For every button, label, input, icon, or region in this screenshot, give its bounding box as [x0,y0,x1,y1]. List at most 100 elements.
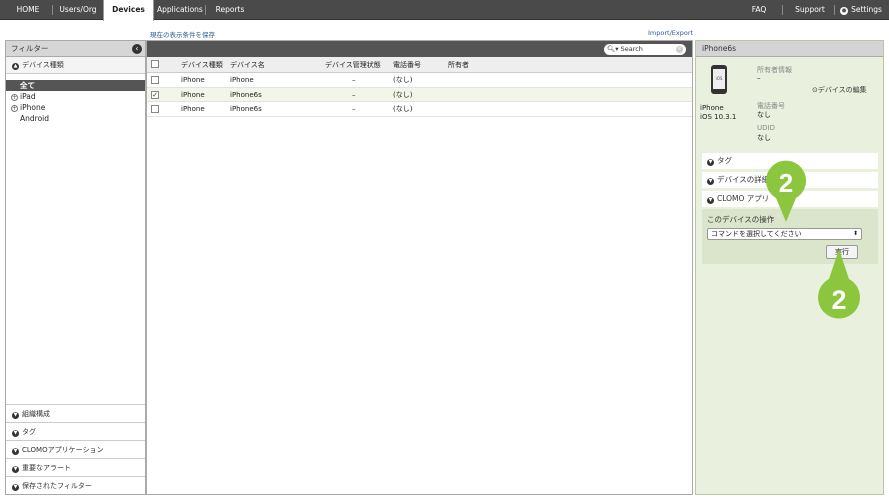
org-section[interactable]: ▼ 組織構成 [6,404,145,422]
select-all-checkbox[interactable] [151,60,159,68]
chevron-down-icon: ▼ [12,412,19,419]
nav-separator [834,5,835,15]
callout-number: 2 [779,168,793,198]
cell-name: iPhone6s [230,105,262,113]
device-table-panel: 🔍︎▾ Search × デバイス種類 デバイス名 デバイス管理状態 電話番号 … [146,40,693,495]
command-select[interactable]: コマンドを選択してください ⬍ [707,228,862,240]
clomo-apps-section[interactable]: ▼ CLOMOアプリケーション [6,440,145,458]
phone-number-value: なし [757,111,771,119]
callout-number: 2 [831,285,846,315]
collapse-left-icon[interactable]: ‹ [132,44,142,54]
chevron-up-icon: ▲ [12,63,19,70]
column-header-owner[interactable]: 所有者 [448,57,469,73]
clear-icon[interactable]: × [676,46,683,53]
callout-marker-top: 2 [766,160,806,222]
filter-title: フィルター [11,44,49,53]
device-model: iPhone [700,104,724,112]
command-select-value: コマンドを選択してください [711,230,802,238]
cell-name: iPhone6s [230,90,262,99]
device-filter-label: iPhone [20,103,46,112]
phone-screen: iOS [713,69,725,89]
column-header-type[interactable]: デバイス種類 [181,57,223,73]
device-filter-label: iPad [20,92,36,101]
table-row[interactable]: iPhone iPhone – (なし) [147,73,692,88]
expand-icon[interactable]: + [11,105,18,112]
chevron-down-icon: ▼ [707,159,714,166]
row-checkbox[interactable] [151,76,159,84]
search-icon: 🔍︎▾ [607,45,619,53]
chevron-down-icon: ▼ [707,197,714,204]
chevron-down-icon: ▼ [12,448,19,455]
chevron-down-icon: ▼ [12,466,19,473]
import-export-link[interactable]: Import/Export [648,29,693,37]
cell-phone: (なし) [393,105,413,113]
section-label: タグ [22,428,36,436]
device-filter-iphone[interactable]: + iPhone [6,102,145,113]
detail-title: iPhone6s [696,41,883,57]
device-filter-android[interactable]: Android [6,113,145,124]
section-label: 重要なアラート [22,464,71,472]
nav-separator [782,5,783,15]
device-type-section[interactable]: ▲ デバイス種類 [6,57,145,74]
cell-name: iPhone [230,76,254,84]
nav-devices[interactable]: Devices [103,0,154,21]
chevron-down-icon: ▼ [707,178,714,185]
table-row[interactable]: ✓ iPhone iPhone6s – (なし) [147,87,692,102]
device-filter-all[interactable]: 全て [6,80,145,91]
alerts-section[interactable]: ▼ 重要なアラート [6,458,145,476]
filter-bottom-sections: ▼ 組織構成 ▼ タグ ▼ CLOMOアプリケーション ▼ 重要なアラート ▼ 保存された… [6,404,145,494]
cell-type: iPhone [181,90,205,99]
save-view-link[interactable]: 現在の表示条件を保存 [150,29,215,39]
owner-info-value: – [757,74,761,82]
nav-home[interactable]: HOME [8,0,48,20]
cell-state: – [352,76,356,84]
nav-settings-label: Settings [851,5,882,14]
nav-support[interactable]: Support [792,0,828,20]
chevron-down-icon: ▼ [12,484,19,491]
cell-state: – [352,105,356,113]
table-row[interactable]: iPhone iPhone6s – (なし) [147,102,692,117]
section-label: CLOMOアプリケーション [22,446,104,454]
expand-icon[interactable]: + [11,94,18,101]
accordion-label: タグ [717,156,732,165]
row-checkbox[interactable] [151,105,159,113]
owner-info-label: 所有者情報 [757,66,792,74]
cell-type: iPhone [181,105,205,113]
gear-icon: ✹ [840,7,849,15]
iphone-icon: iOS [711,65,727,94]
section-label: 組織構成 [22,410,50,418]
chevron-down-icon: ▼ [12,430,19,437]
udid-value: なし [757,134,771,142]
tag-section[interactable]: ▼ タグ [6,422,145,440]
edit-device-link[interactable]: ⊙デバイスの編集 [812,85,867,95]
search-placeholder: Search [620,45,643,53]
table-header: デバイス種類 デバイス名 デバイス管理状態 電話番号 所有者 [147,57,692,73]
cell-phone: (なし) [393,90,413,99]
search-input[interactable]: 🔍︎▾ Search × [604,44,686,55]
nav-reports[interactable]: Reports [210,0,250,20]
table-toolbar: 🔍︎▾ Search × [147,41,692,57]
device-filter-ipad[interactable]: + iPad [6,91,145,102]
filter-header: フィルター ‹ [6,41,145,57]
cell-type: iPhone [181,76,205,84]
column-header-phone[interactable]: 電話番号 [393,57,421,73]
select-arrows-icon: ⬍ [852,230,858,237]
udid-label: UDID [757,124,775,132]
nav-users-org[interactable]: Users/Org [56,0,100,20]
nav-separator [52,5,53,15]
nav-applications[interactable]: Applications [157,0,203,20]
column-header-name[interactable]: デバイス名 [230,57,265,73]
cell-state: – [352,90,356,99]
column-header-state[interactable]: デバイス管理状態 [325,57,381,73]
device-type-list: 全て + iPad + iPhone Android [6,74,145,124]
device-filter-label: Android [20,114,49,123]
nav-faq[interactable]: FAQ [746,0,772,20]
device-type-label: デバイス種類 [22,61,64,69]
callout-marker-bottom: 2 [818,249,860,319]
row-checkbox-checked[interactable]: ✓ [151,90,159,99]
saved-filters-section[interactable]: ▼ 保存されたフィルター [6,476,145,494]
edit-device-label: デバイスの編集 [817,86,867,94]
filter-panel: フィルター ‹ ▲ デバイス種類 全て + iPad + iPhone Android… [5,40,146,495]
nav-settings[interactable]: ✹ Settings [840,0,882,20]
section-label: 保存されたフィルター [22,482,92,490]
